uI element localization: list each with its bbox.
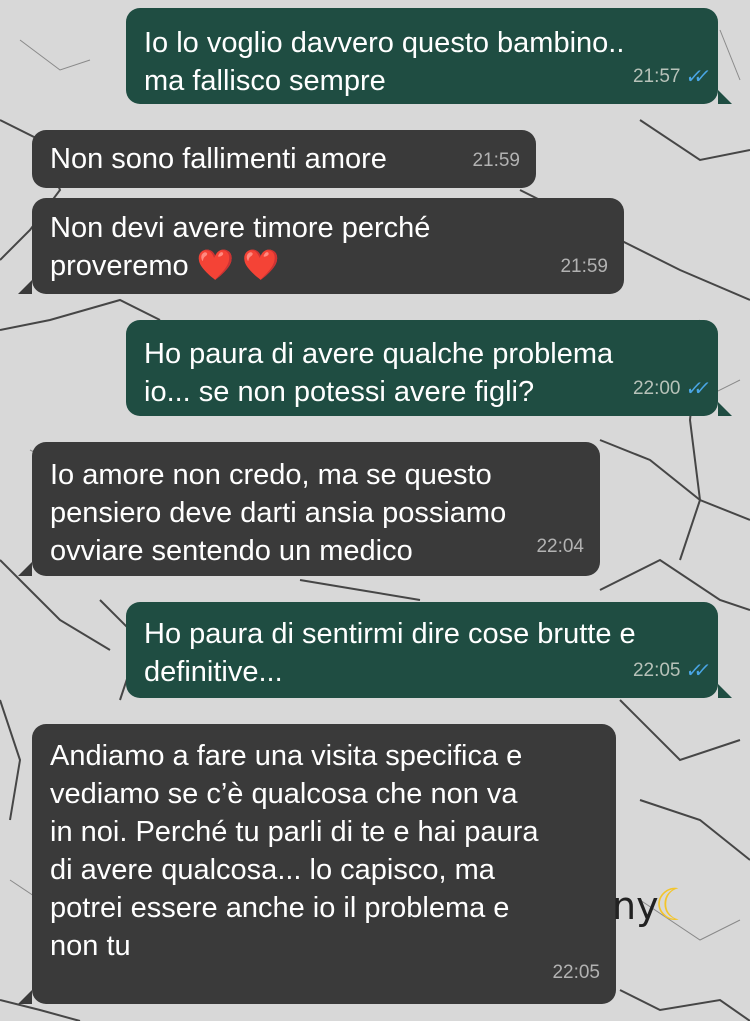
message-meta: 22:04 xyxy=(536,528,584,566)
message-bubble-outgoing[interactable]: Io lo voglio davvero questo bambino.. ma… xyxy=(126,8,718,104)
read-ticks-icon: ✓✓ xyxy=(684,378,704,400)
message-text: Non devi avere timore perché proveremo ❤… xyxy=(50,212,431,282)
bubble-tail xyxy=(718,684,732,698)
message-meta: 21:59 xyxy=(560,248,608,286)
message-text: Io amore non credo, ma se questo pensier… xyxy=(50,459,507,567)
message-bubble-incoming[interactable]: Non sono fallimenti amore 21:59 xyxy=(32,130,536,188)
message-bubble-incoming[interactable]: Andiamo a fare una visita specifica e ve… xyxy=(32,724,616,1004)
message-bubble-outgoing[interactable]: Ho paura di avere qualche problema io...… xyxy=(126,320,718,416)
bubble-tail xyxy=(18,562,32,576)
read-ticks-icon: ✓✓ xyxy=(684,66,704,88)
bubble-tail xyxy=(718,90,732,104)
crescent-moon-icon: ☾ xyxy=(654,880,695,931)
bubble-tail xyxy=(18,990,32,1004)
message-meta: 22:05 ✓✓ xyxy=(632,652,704,690)
heart-emoji: ❤️ ❤️ xyxy=(196,249,280,282)
message-meta: 21:57 ✓✓ xyxy=(632,58,704,96)
message-time: 22:05 xyxy=(552,962,600,983)
message-text: Non sono fallimenti amore xyxy=(50,143,387,175)
message-meta: 22:05 xyxy=(552,954,600,992)
message-text: Ho paura di avere qualche problema io...… xyxy=(144,338,614,408)
message-time: 22:04 xyxy=(536,536,584,557)
watermark: ny ☾ xyxy=(612,880,694,931)
message-bubble-outgoing[interactable]: Ho paura di sentirmi dire cose brutte e … xyxy=(126,602,718,698)
message-time: 21:57 xyxy=(632,66,681,87)
message-meta: 21:59 xyxy=(472,142,520,180)
bubble-tail xyxy=(718,402,732,416)
message-text: Ho paura di sentirmi dire cose brutte e … xyxy=(144,618,636,688)
message-text: Andiamo a fare una visita specifica e ve… xyxy=(50,740,539,962)
watermark-text: ny xyxy=(612,883,659,928)
message-time: 21:59 xyxy=(560,256,608,277)
message-bubble-incoming[interactable]: Non devi avere timore perché proveremo ❤… xyxy=(32,198,624,294)
message-meta: 22:00 ✓✓ xyxy=(632,370,704,408)
message-text: Io lo voglio davvero questo bambino.. ma… xyxy=(144,27,625,97)
message-time: 21:59 xyxy=(472,150,520,171)
message-time: 22:05 xyxy=(632,660,681,681)
bubble-tail xyxy=(18,280,32,294)
message-bubble-incoming[interactable]: Io amore non credo, ma se questo pensier… xyxy=(32,442,600,576)
message-time: 22:00 xyxy=(632,378,681,399)
read-ticks-icon: ✓✓ xyxy=(684,660,704,682)
